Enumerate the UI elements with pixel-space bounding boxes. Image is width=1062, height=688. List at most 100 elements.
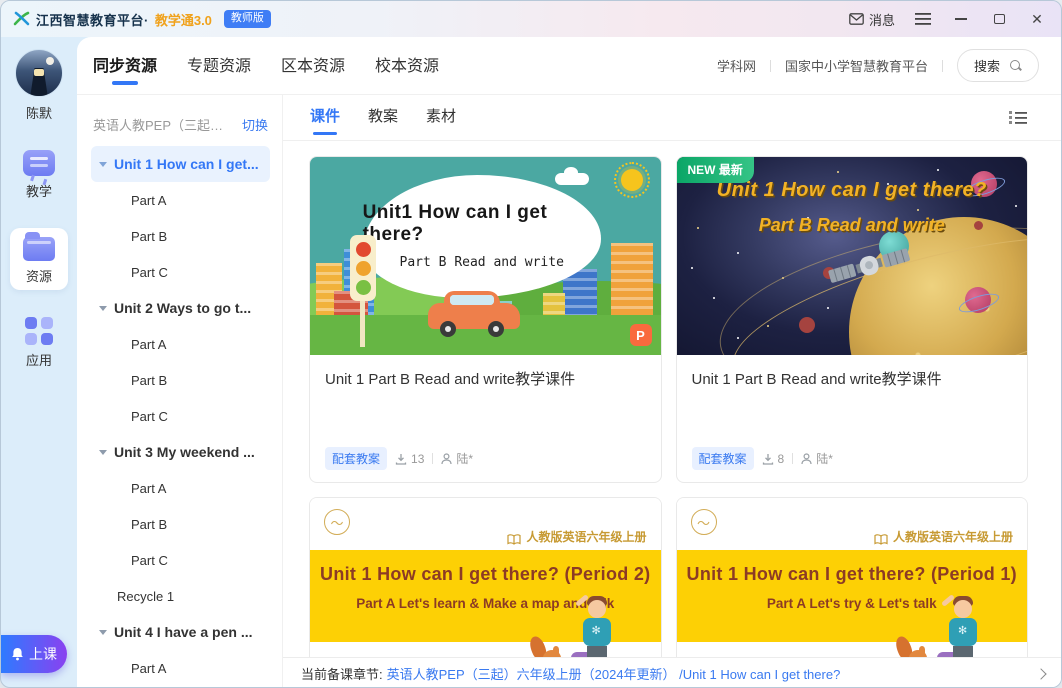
traffic-light-graphic (350, 235, 376, 347)
avatar[interactable] (15, 49, 63, 97)
tree-item-unit2[interactable]: Unit 2 Ways to go t... (91, 290, 270, 326)
sun-icon (613, 162, 650, 198)
download-count: 8 (762, 452, 784, 466)
cover-title: Unit 1 How can I get there? (Period 2) (320, 564, 651, 584)
yellow-band: Unit 1 How can I get there? (Period 2) P… (310, 550, 661, 657)
start-class-button[interactable]: 上课 (1, 635, 67, 673)
tree-item-u3-part-c[interactable]: Part C (91, 542, 270, 578)
maximize-button[interactable] (989, 9, 1009, 29)
divider (941, 59, 943, 72)
teaching-icon (23, 150, 55, 176)
rail-item-teaching[interactable]: 教学 (10, 144, 68, 206)
user-icon (801, 452, 812, 465)
tab-topic-resources[interactable]: 专题资源 (187, 42, 251, 90)
cover-title: Unit1 How can I get there? (362, 202, 548, 246)
edition-badge: 教师版 (223, 10, 271, 28)
publisher-logo-icon: 〜 (324, 509, 350, 535)
divider (769, 59, 771, 72)
tree-item-u3-part-a[interactable]: Part A (91, 470, 270, 506)
caret-down-icon (99, 305, 107, 311)
tree-item-u2-part-a[interactable]: Part A (91, 326, 270, 362)
ppt-file-badge: P (629, 324, 652, 346)
download-icon (762, 453, 774, 465)
tree-item-u1-part-c[interactable]: Part C (91, 254, 270, 290)
tab-sync-resources[interactable]: 同步资源 (93, 42, 157, 90)
squirrel-graphic (526, 634, 565, 657)
cover-title: Unit 1 How can I get there? (Period 1) (686, 564, 1017, 584)
minimize-button[interactable] (951, 9, 971, 29)
cloud-icon (554, 167, 589, 185)
tab-lesson-plan[interactable]: 教案 (368, 97, 398, 138)
app-window: 江西智慧教育平台· 教学通3.0 教师版 消息 ✕ 陈默 教学 资源 应用 上课… (0, 0, 1062, 688)
chapter-bar-link[interactable]: 英语人教PEP（三起）六年级上册（2024年更新） /Unit 1 How ca… (387, 664, 841, 683)
tree-item-u2-part-b[interactable]: Part B (91, 362, 270, 398)
download-icon (395, 453, 407, 465)
tree-item-u2-part-c[interactable]: Part C (91, 398, 270, 434)
tree-item-unit1[interactable]: Unit 1 How can I get... (91, 146, 270, 182)
tree-item-u3-part-b[interactable]: Part B (91, 506, 270, 542)
current-chapter-bar: 当前备课章节: 英语人教PEP（三起）六年级上册（2024年更新） /Unit … (283, 657, 1061, 687)
close-button[interactable]: ✕ (1027, 9, 1047, 29)
link-xkw[interactable]: 学科网 (717, 56, 756, 75)
apps-grid-icon (25, 317, 53, 345)
chevron-right-icon[interactable] (1035, 667, 1047, 680)
card-4-cover: 〜 人教版英语六年级上册 Unit 1 How can I get there?… (676, 498, 1027, 657)
car-wheel (440, 321, 456, 337)
message-label: 消息 (868, 12, 895, 28)
lesson-plan-tag[interactable]: 配套教案 (691, 447, 754, 470)
tab-courseware[interactable]: 课件 (310, 97, 340, 138)
tree-item-u1-part-a[interactable]: Part A (91, 182, 270, 218)
squirrel-graphic (893, 634, 931, 657)
tree-item-u1-part-b[interactable]: Part B (91, 218, 270, 254)
envelope-icon (849, 13, 864, 25)
divider (432, 453, 434, 464)
courseware-card-1[interactable]: Unit1 How can I get there? Part B Read a… (309, 156, 662, 483)
car-wheel (488, 321, 504, 337)
courseware-card-4[interactable]: 〜 人教版英语六年级上册 Unit 1 How can I get there?… (675, 497, 1028, 657)
search-button[interactable]: 搜索 (956, 49, 1039, 82)
app-logo-icon (13, 11, 30, 27)
content-tabs: 课件 教案 素材 (283, 95, 1061, 141)
app-product-name: 教学通3.0 (154, 12, 212, 28)
courseware-card-3[interactable]: 〜 人教版英语六年级上册 Unit 1 How can I get there?… (309, 497, 662, 657)
chapter-tree: 英语人教PEP（三起）六... 切换 Unit 1 How can I get.… (77, 95, 283, 687)
bell-icon (11, 647, 24, 661)
tree-item-unit3[interactable]: Unit 3 My weekend ... (91, 434, 270, 470)
menu-icon[interactable] (913, 9, 933, 29)
card-3-cover: 〜 人教版英语六年级上册 Unit 1 How can I get there?… (310, 498, 661, 657)
list-view-icon[interactable] (1009, 110, 1027, 125)
lesson-plan-tag[interactable]: 配套教案 (325, 447, 388, 470)
rail-item-resources[interactable]: 资源 (10, 228, 68, 290)
title-bar: 江西智慧教育平台· 教学通3.0 教师版 消息 ✕ (1, 1, 1061, 37)
tree-item-recycle1[interactable]: Recycle 1 (91, 578, 270, 614)
boy-character-graphic (941, 590, 987, 657)
series-label: 人教版英语六年级上册 (526, 530, 647, 544)
yellow-band: Unit 1 How can I get there? (Period 1) P… (676, 550, 1027, 657)
tree-item-u4-part-a[interactable]: Part A (91, 650, 270, 686)
message-button[interactable]: 消息 (849, 10, 895, 29)
tree-item-unit4[interactable]: Unit 4 I have a pen ... (91, 614, 270, 650)
caret-down-icon (99, 161, 107, 167)
courseware-card-2[interactable]: NEW 最新 Unit 1 How can I get there? Part … (675, 156, 1028, 483)
link-national-platform[interactable]: 国家中小学智慧教育平台 (785, 56, 928, 75)
pink-planet-graphic (965, 287, 991, 313)
left-rail: 陈默 教学 资源 应用 上课 (1, 37, 77, 687)
main-header: 同步资源 专题资源 区本资源 校本资源 学科网 国家中小学智慧教育平台 搜索 (77, 37, 1061, 95)
resources-folder-icon (23, 232, 55, 261)
tab-materials[interactable]: 素材 (426, 97, 456, 138)
download-count: 13 (395, 452, 424, 466)
card-2-cover: NEW 最新 Unit 1 How can I get there? Part … (676, 157, 1027, 355)
tab-district-resources[interactable]: 区本资源 (281, 42, 345, 90)
search-icon (1010, 59, 1022, 72)
rail-item-apps[interactable]: 应用 (10, 312, 68, 374)
caret-down-icon (99, 629, 107, 635)
user-icon (441, 452, 452, 465)
cards-scroll-area[interactable]: Unit1 How can I get there? Part B Read a… (283, 141, 1061, 657)
new-badge: NEW 最新 (676, 157, 754, 183)
tab-school-resources[interactable]: 校本资源 (375, 42, 439, 90)
author: 陆* (441, 450, 473, 467)
card-1-cover: Unit1 How can I get there? Part B Read a… (310, 157, 661, 355)
book-icon (507, 534, 522, 545)
chapter-bar-label: 当前备课章节: (301, 667, 383, 682)
switch-textbook-link[interactable]: 切换 (242, 115, 268, 134)
